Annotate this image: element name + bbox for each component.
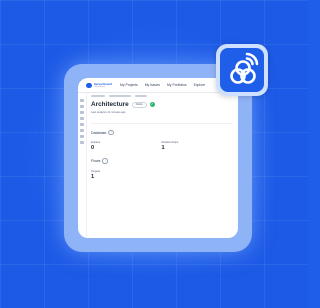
stat-label: Entities bbox=[91, 140, 101, 145]
stat-label: Relationships bbox=[161, 140, 179, 145]
cloud-sync-icon bbox=[230, 52, 259, 84]
sidebar-architecture-icon[interactable] bbox=[80, 135, 84, 138]
page-title: Architecture bbox=[91, 101, 129, 108]
info-icon[interactable]: i bbox=[108, 130, 114, 136]
sidebar-activity-icon[interactable] bbox=[80, 123, 84, 126]
breadcrumb bbox=[91, 95, 232, 97]
sidebar-settings-icon[interactable] bbox=[80, 141, 84, 144]
section-header-flows: Flows i bbox=[91, 158, 232, 164]
database-stats: Entities 0 Relationships 1 bbox=[91, 140, 232, 151]
main-content: Architecture Stable ✓ Last analysis 12 m… bbox=[91, 95, 232, 238]
nav-item-my-portfolios[interactable]: My Portfolios bbox=[167, 83, 187, 87]
flows-stats: Targets 1 bbox=[91, 169, 232, 180]
app-window: ServerGuard Cloud Suite My Projects My I… bbox=[78, 78, 238, 238]
nav-item-explore[interactable]: Explore bbox=[194, 83, 206, 87]
top-navigation-bar: ServerGuard Cloud Suite My Projects My I… bbox=[78, 78, 238, 93]
page-header: Architecture Stable ✓ bbox=[91, 101, 232, 108]
section-title: Flows bbox=[91, 159, 101, 164]
nav-item-my-projects[interactable]: My Projects bbox=[120, 83, 138, 87]
brand-subtitle: Cloud Suite bbox=[93, 85, 106, 88]
stat-value[interactable]: 0 bbox=[91, 145, 162, 151]
stat-value[interactable]: 1 bbox=[162, 145, 233, 151]
check-icon: ✓ bbox=[149, 102, 155, 107]
app-badge bbox=[216, 44, 268, 96]
status-pill: Stable bbox=[131, 101, 147, 108]
breadcrumb-item[interactable] bbox=[135, 95, 147, 97]
stat-entities: Entities 0 bbox=[91, 140, 162, 151]
info-icon[interactable]: i bbox=[102, 158, 108, 164]
app-logo[interactable]: ServerGuard Cloud Suite bbox=[86, 82, 112, 88]
main-nav: My Projects My Issues My Portfolios Expl… bbox=[120, 83, 205, 87]
badge-tile bbox=[220, 48, 264, 92]
stat-value[interactable]: 1 bbox=[91, 174, 162, 180]
section-title: Database bbox=[91, 130, 107, 135]
sidebar-metrics-icon[interactable] bbox=[80, 111, 84, 114]
section-header-database: Database i bbox=[91, 130, 232, 136]
analysis-timestamp: Last analysis 12 minutes ago bbox=[91, 111, 126, 114]
sidebar-issues-icon[interactable] bbox=[80, 105, 84, 108]
stat-relationships: Relationships 1 bbox=[162, 140, 233, 151]
breadcrumb-item[interactable] bbox=[91, 95, 105, 97]
breadcrumb-item[interactable] bbox=[109, 95, 131, 97]
sidebar-home-icon[interactable] bbox=[80, 99, 84, 102]
sidebar bbox=[78, 93, 87, 238]
stat-label: Targets bbox=[91, 168, 101, 173]
sidebar-code-icon[interactable] bbox=[80, 117, 84, 120]
divider bbox=[91, 123, 232, 124]
nav-item-my-issues[interactable]: My Issues bbox=[145, 83, 160, 87]
logo-mark-icon bbox=[86, 82, 92, 88]
sidebar-security-icon[interactable] bbox=[80, 129, 84, 132]
stat-targets: Targets 1 bbox=[91, 169, 162, 180]
